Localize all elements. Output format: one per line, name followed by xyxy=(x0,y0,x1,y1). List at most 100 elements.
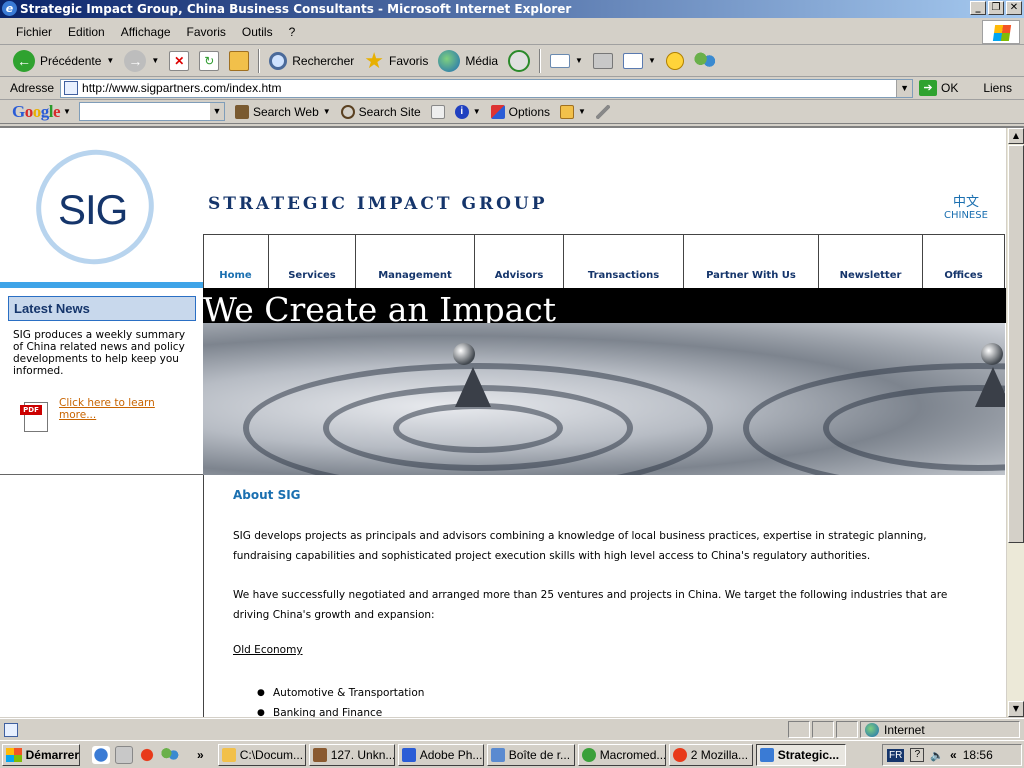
minimize-button[interactable]: _ xyxy=(970,1,986,15)
mail-button[interactable]: ▼ xyxy=(545,47,588,75)
back-button[interactable]: ← Précédente ▼ xyxy=(8,47,119,75)
options-button[interactable]: Options xyxy=(490,104,550,119)
search-site-button[interactable]: Search Site xyxy=(340,104,421,119)
address-dropdown-icon[interactable]: ▼ xyxy=(896,79,913,97)
status-cell xyxy=(836,721,858,738)
taskbar-item-mozilla[interactable]: 2 Mozilla... ▼ xyxy=(668,743,753,766)
media-button[interactable]: Média xyxy=(433,47,503,75)
pdf-icon[interactable]: PDF xyxy=(20,400,52,432)
links-button[interactable]: Liens xyxy=(983,81,1012,95)
main-navigation: Home Services Management Advisors Transa… xyxy=(203,234,1005,289)
chinese-link-en: CHINESE xyxy=(944,210,988,221)
menu-edition[interactable]: Edition xyxy=(60,25,113,39)
nav-advisors[interactable]: Advisors xyxy=(475,235,564,289)
highlight-button[interactable] xyxy=(595,104,610,119)
quicklaunch-messenger-icon[interactable] xyxy=(161,745,179,764)
language-indicator[interactable]: FR xyxy=(887,748,905,762)
chinese-language-link[interactable]: 中文 CHINESE xyxy=(944,196,988,222)
page-info-button[interactable] xyxy=(430,104,445,119)
folder-up-icon xyxy=(560,104,574,119)
messenger-button[interactable] xyxy=(689,47,721,75)
favorites-star-icon: ★ xyxy=(364,47,384,73)
quicklaunch-overflow-icon[interactable]: » xyxy=(197,748,204,762)
nav-offices[interactable]: Offices xyxy=(923,235,1004,289)
taskbar-item-inbox[interactable]: Boîte de r... xyxy=(486,743,575,766)
nav-services[interactable]: Services xyxy=(269,235,356,289)
nav-management[interactable]: Management xyxy=(356,235,475,289)
quicklaunch-ie-icon[interactable] xyxy=(92,745,110,764)
nav-partner-with-us[interactable]: Partner With Us xyxy=(684,235,819,289)
highlighter-icon xyxy=(595,104,610,119)
info-button[interactable]: i ▼ xyxy=(454,104,481,119)
google-search-dropdown-icon[interactable]: ▼ xyxy=(209,103,224,120)
address-field[interactable]: http://www.sigpartners.com/index.htm ▼ xyxy=(60,78,914,98)
menu-outils[interactable]: Outils xyxy=(234,25,281,39)
start-button[interactable]: Démarrer xyxy=(2,743,80,766)
refresh-icon: ↻ xyxy=(199,50,220,71)
info-dropdown-icon[interactable]: ▼ xyxy=(473,107,481,116)
menu-affichage[interactable]: Affichage xyxy=(113,25,179,39)
mail-dropdown-icon[interactable]: ▼ xyxy=(575,56,583,65)
menu-fichier[interactable]: Fichier xyxy=(8,25,60,39)
water-splash xyxy=(975,367,1005,407)
window-title: Strategic Impact Group, China Business C… xyxy=(20,2,572,16)
quicklaunch-firefox-icon[interactable] xyxy=(138,745,156,764)
edit-dropdown-icon[interactable]: ▼ xyxy=(648,56,656,65)
nav-transactions[interactable]: Transactions xyxy=(564,235,684,289)
search-web-dropdown-icon[interactable]: ▼ xyxy=(323,107,331,116)
search-web-button[interactable]: Search Web ▼ xyxy=(234,104,331,119)
scroll-down-arrow-icon[interactable]: ▼ xyxy=(1008,701,1024,717)
printer-icon xyxy=(592,52,613,69)
messenger-smiley-button[interactable] xyxy=(661,47,689,75)
learn-more-link[interactable]: Click here to learn more... xyxy=(59,397,179,421)
google-search-input[interactable]: ▼ xyxy=(78,102,225,121)
home-icon xyxy=(229,50,250,71)
favorites-button[interactable]: ★ Favoris xyxy=(359,47,433,75)
forward-dropdown-icon[interactable]: ▼ xyxy=(151,56,159,65)
folder-dropdown-icon[interactable]: ▼ xyxy=(578,107,586,116)
old-economy-link[interactable]: Old Economy xyxy=(233,644,303,656)
zone-label: Internet xyxy=(884,722,925,737)
home-button[interactable] xyxy=(224,47,254,75)
taskbar-item-macromedia[interactable]: Macromed... xyxy=(577,743,666,766)
history-button[interactable] xyxy=(503,47,535,75)
info-icon: i xyxy=(454,104,469,119)
taskbar-item-folder[interactable]: C:\Docum... xyxy=(217,743,306,766)
refresh-button[interactable]: ↻ xyxy=(194,47,224,75)
menu-bar: Fichier Edition Affichage Favoris Outils… xyxy=(0,19,1024,45)
stop-button[interactable]: ✕ xyxy=(164,47,194,75)
tray-expand-icon[interactable]: « xyxy=(950,748,957,762)
forward-button[interactable]: → ▼ xyxy=(119,47,164,75)
google-logo[interactable]: Google xyxy=(12,102,61,122)
back-label: Précédente xyxy=(40,53,102,68)
task-label: Strategic... xyxy=(777,747,840,762)
close-button[interactable]: ✕ xyxy=(1006,1,1022,15)
taskbar-item-strategic[interactable]: Strategic... xyxy=(755,743,846,766)
folder-up-button[interactable]: ▼ xyxy=(560,104,586,119)
taskbar-item-adobe[interactable]: Adobe Ph... xyxy=(397,743,484,766)
go-button[interactable]: ➔ OK xyxy=(919,80,958,96)
print-button[interactable] xyxy=(588,47,618,75)
pdf-tag: PDF xyxy=(20,405,42,415)
edit-button[interactable]: ▼ xyxy=(618,47,661,75)
taskbar-item-unknown[interactable]: 127. Unkn... xyxy=(308,743,395,766)
nav-home[interactable]: Home xyxy=(203,235,269,289)
help-icon[interactable]: ? xyxy=(910,748,925,762)
scroll-up-arrow-icon[interactable]: ▲ xyxy=(1008,128,1024,144)
about-paragraph-1: SIG develops projects as principals and … xyxy=(233,530,927,562)
volume-icon[interactable]: 🔈 xyxy=(930,749,944,762)
scroll-thumb[interactable] xyxy=(1008,145,1024,543)
vertical-scrollbar[interactable]: ▲ ▼ xyxy=(1006,128,1024,717)
menu-help[interactable]: ? xyxy=(281,25,304,39)
nav-newsletter[interactable]: Newsletter xyxy=(819,235,923,289)
sig-logo[interactable]: SIG xyxy=(0,128,203,284)
menu-favoris[interactable]: Favoris xyxy=(179,25,234,39)
address-url[interactable]: http://www.sigpartners.com/index.htm xyxy=(82,81,281,95)
latest-news-heading: Latest News xyxy=(8,296,196,321)
search-button[interactable]: Rechercher xyxy=(264,47,359,75)
group-dropdown-icon[interactable]: ▼ xyxy=(752,750,753,759)
back-dropdown-icon[interactable]: ▼ xyxy=(106,56,114,65)
restore-button[interactable]: ❐ xyxy=(988,1,1004,15)
quicklaunch-outlook-icon[interactable] xyxy=(115,745,133,764)
google-dropdown-icon[interactable]: ▼ xyxy=(63,107,71,116)
